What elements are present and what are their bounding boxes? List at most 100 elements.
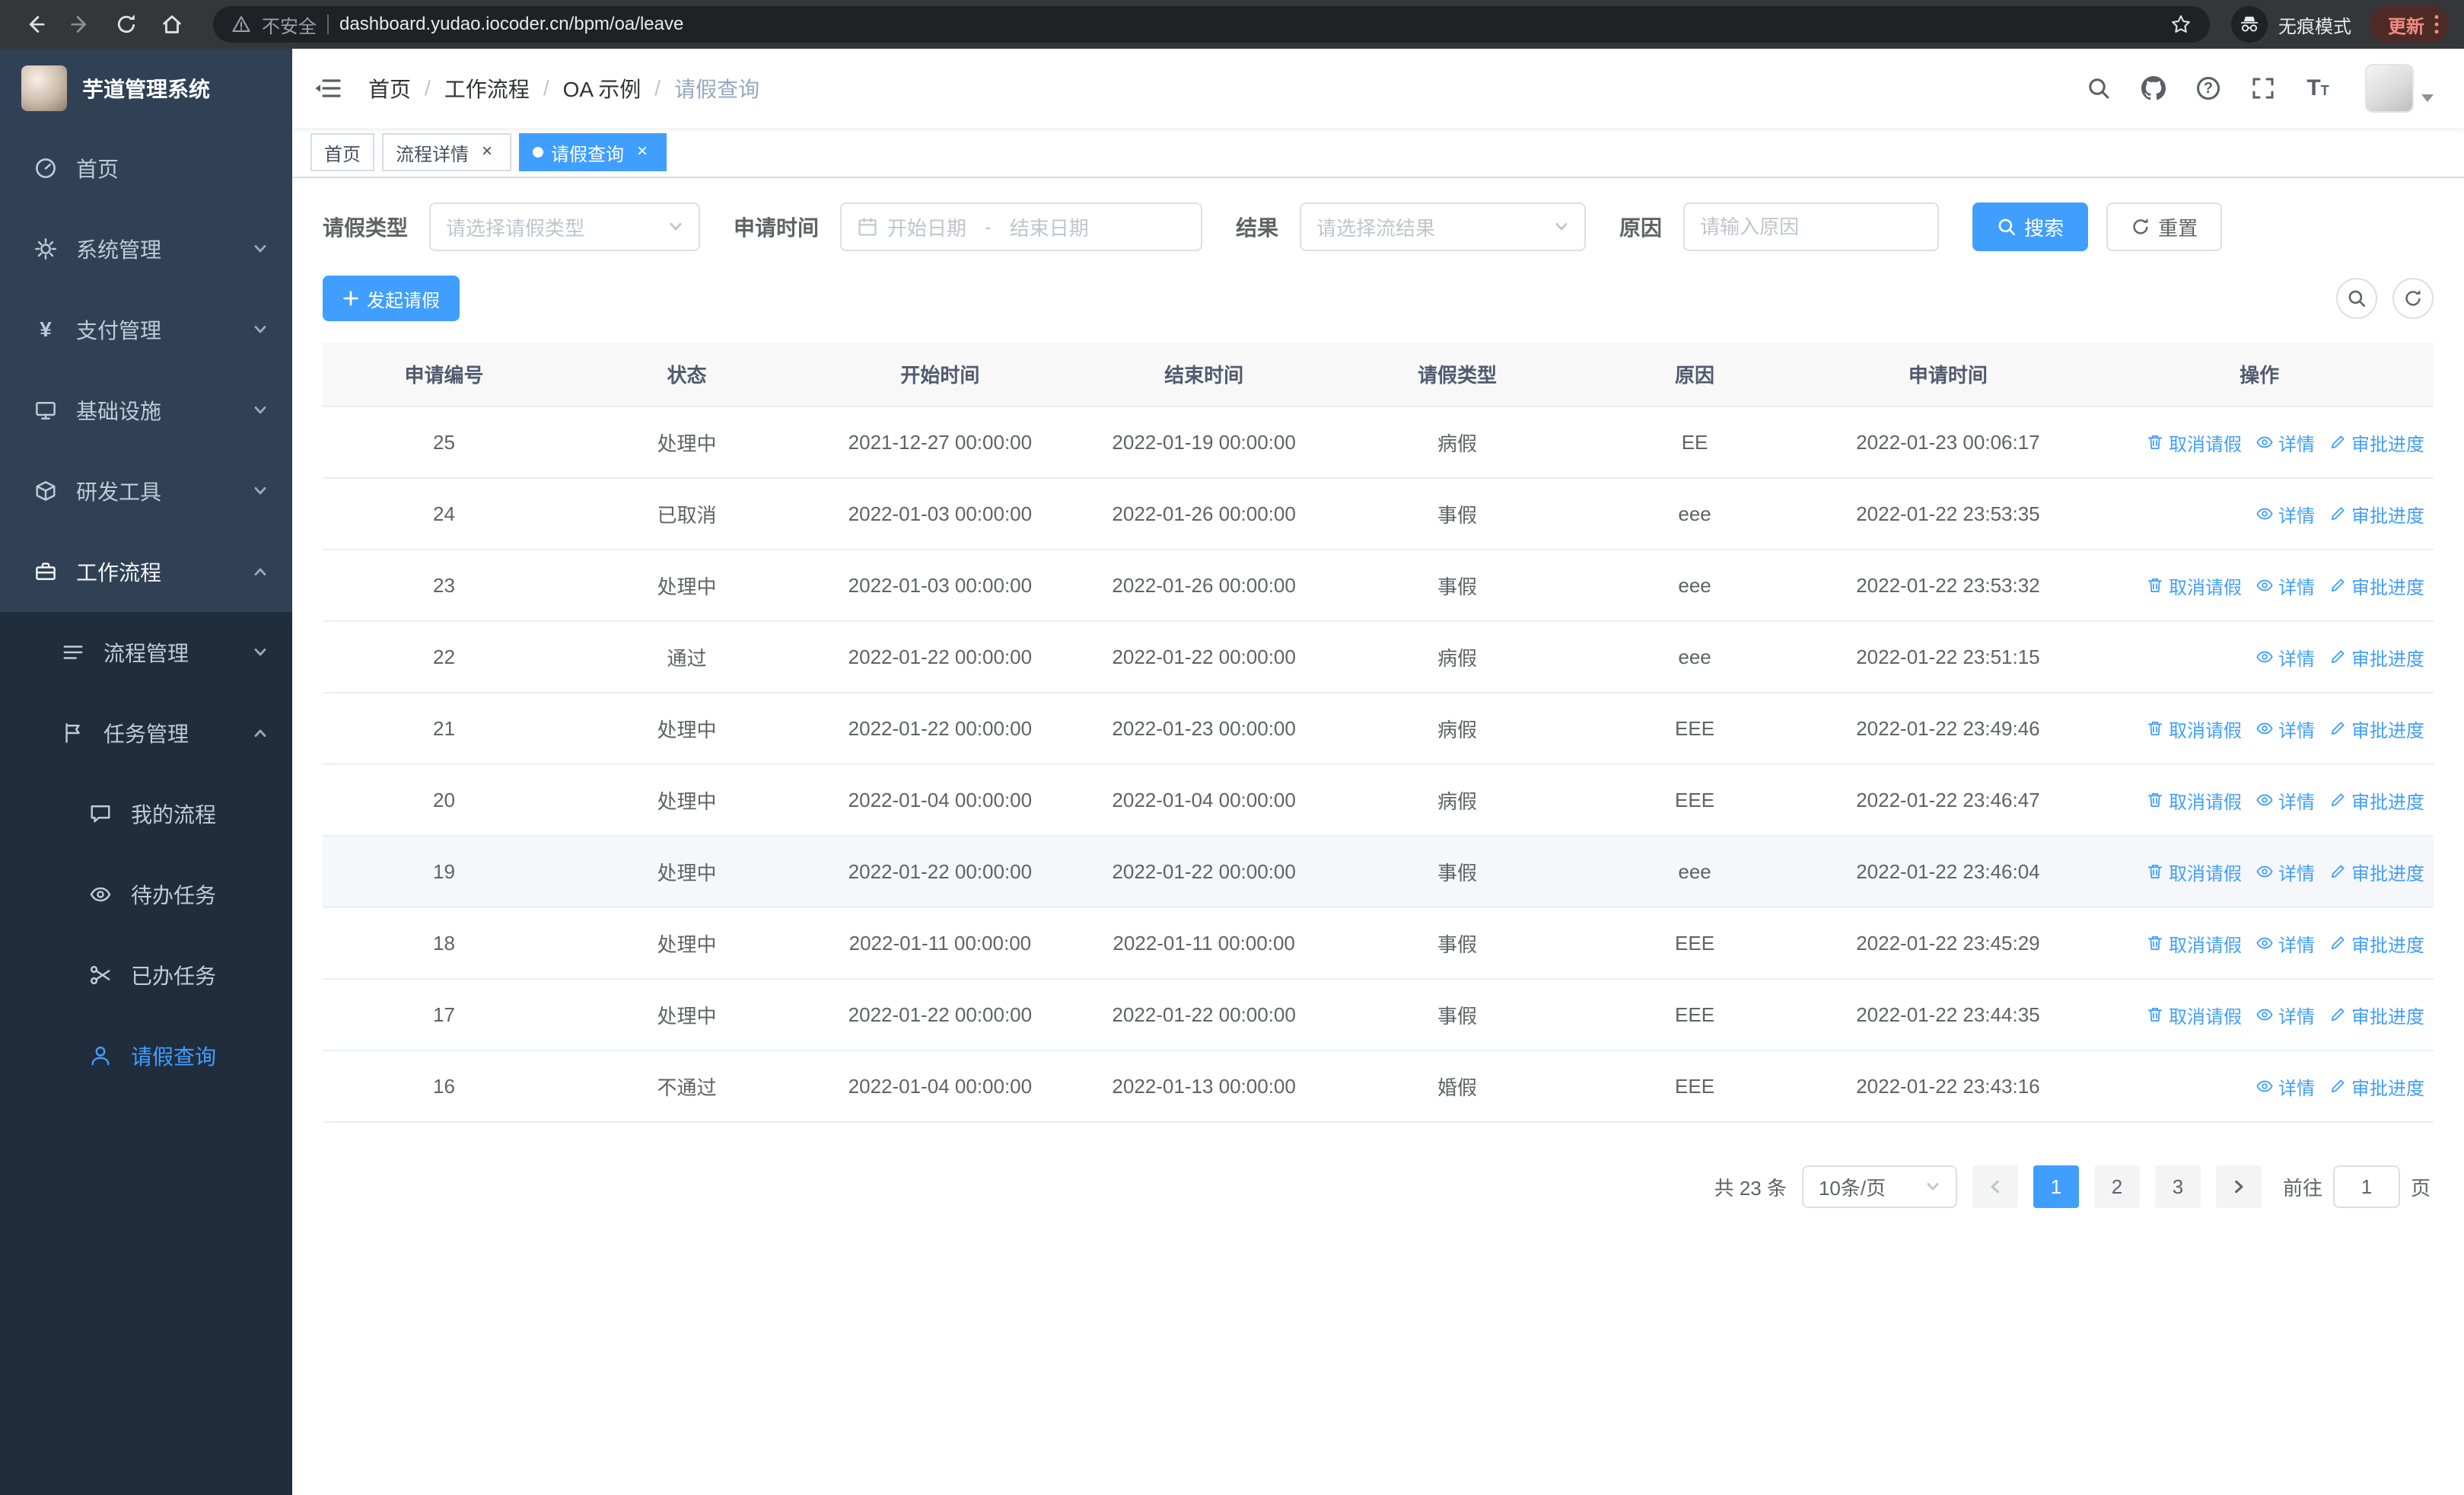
sidebar-item-done-tasks[interactable]: 已办任务 [0,935,292,1015]
breadcrumb-home[interactable]: 首页 [368,73,411,104]
page-button-2[interactable]: 2 [2093,1165,2140,1208]
cancel-leave-link[interactable]: 取消请假 [2146,859,2242,885]
cell-apply-time: 2022-01-22 23:49:46 [1810,693,2086,765]
approval-progress-link[interactable]: 审批进度 [2329,501,2424,528]
back-icon [29,16,45,33]
cell-leave-type: 事假 [1335,907,1579,980]
search-button[interactable]: 搜索 [1972,202,2089,251]
eye-icon [2255,505,2274,523]
sidebar-item-my-process[interactable]: 我的流程 [0,773,292,854]
detail-link[interactable]: 详情 [2255,787,2315,814]
back-button[interactable] [15,5,55,44]
reason-input[interactable] [1700,215,1923,239]
page-size-select[interactable]: 10条/页 [1801,1165,1957,1208]
font-size-icon[interactable]: TT [2304,75,2332,102]
cell-apply-time: 2022-01-23 00:06:17 [1810,406,2086,479]
sidebar-item-infra[interactable]: 基础设施 [0,370,292,451]
cell-end-time: 2022-01-19 00:00:00 [1071,406,1336,479]
approval-progress-link[interactable]: 审批进度 [2329,859,2424,885]
close-icon[interactable]: × [476,142,498,163]
forward-button[interactable] [61,5,100,44]
logo[interactable]: 芋道管理系统 [0,49,292,128]
incognito-label: 无痕模式 [2278,16,2351,37]
cell-status: 处理中 [565,764,808,837]
prev-page-button[interactable] [1972,1165,2018,1208]
sidebar-item-workflow[interactable]: 工作流程 [0,531,292,612]
help-icon[interactable]: ? [2195,75,2222,102]
goto-label: 前往 [2282,1176,2322,1200]
briefcase-icon [33,559,58,584]
reset-button[interactable]: 重置 [2106,202,2223,251]
hamburger-icon[interactable] [314,73,344,104]
close-icon[interactable]: × [632,142,653,163]
reload-button[interactable] [107,5,146,44]
address-bar[interactable]: 不安全 dashboard.yudao.iocoder.cn/bpm/oa/le… [213,6,2210,43]
cell-apply-time: 2022-01-22 23:44:35 [1810,979,2086,1051]
approval-progress-link[interactable]: 审批进度 [2329,429,2424,456]
range-separator: - [985,215,992,238]
detail-link[interactable]: 详情 [2255,429,2315,456]
leave-type-select[interactable]: 请选择请假类型 [429,202,701,251]
sidebar-item-process-mgmt[interactable]: 流程管理 [0,612,292,693]
approval-progress-link[interactable]: 审批进度 [2329,1073,2424,1100]
cancel-leave-link[interactable]: 取消请假 [2146,1002,2242,1028]
detail-link[interactable]: 详情 [2255,572,2315,599]
breadcrumb-workflow[interactable]: 工作流程 [444,73,530,104]
approval-progress-link[interactable]: 审批进度 [2329,930,2424,957]
sidebar-item-leave-query[interactable]: 请假查询 [0,1015,292,1096]
result-label: 结果 [1236,216,1279,240]
approval-progress-link[interactable]: 审批进度 [2329,787,2424,814]
user-menu[interactable] [2365,64,2434,113]
detail-link[interactable]: 详情 [2255,644,2315,671]
github-icon[interactable] [2140,75,2167,102]
cancel-leave-link[interactable]: 取消请假 [2146,787,2242,814]
search-icon[interactable] [2085,75,2112,102]
sidebar-item-payment[interactable]: ¥ 支付管理 [0,289,292,370]
approval-progress-link[interactable]: 审批进度 [2329,644,2424,671]
breadcrumb-separator: / [543,76,549,100]
update-button[interactable]: 更新 [2370,6,2449,43]
list-icon [61,640,85,665]
tab-home[interactable]: 首页 [310,133,374,171]
sidebar-item-devtools[interactable]: 研发工具 [0,451,292,531]
toggle-search-button[interactable] [2336,278,2377,319]
detail-link[interactable]: 详情 [2255,930,2315,957]
bookmark-star-icon[interactable] [2170,14,2192,35]
cancel-leave-link[interactable]: 取消请假 [2146,572,2242,599]
date-range-picker[interactable]: 开始日期 - 结束日期 [840,202,1203,251]
cell-reason: EEE [1578,907,1811,980]
trash-icon [2146,1006,2164,1024]
sidebar-item-todo-tasks[interactable]: 待办任务 [0,854,292,935]
cancel-leave-link[interactable]: 取消请假 [2146,930,2242,957]
detail-link[interactable]: 详情 [2255,859,2315,885]
eye-icon [2255,862,2274,881]
approval-progress-link[interactable]: 审批进度 [2329,716,2424,742]
page-button-3[interactable]: 3 [2154,1165,2201,1208]
tab-leave-query[interactable]: 请假查询 × [519,133,667,171]
breadcrumb-oa-example[interactable]: OA 示例 [563,73,641,104]
page-button-1[interactable]: 1 [2033,1165,2079,1208]
sidebar-item-home[interactable]: 首页 [0,128,292,209]
approval-progress-link[interactable]: 审批进度 [2329,572,2424,599]
fullscreen-icon[interactable] [2249,75,2277,102]
result-select[interactable]: 请选择流结果 [1300,202,1587,251]
cell-status: 处理中 [565,693,808,765]
detail-link[interactable]: 详情 [2255,1002,2315,1028]
home-button[interactable] [152,5,192,44]
detail-link[interactable]: 详情 [2255,1073,2315,1100]
goto-page-input[interactable] [2332,1165,2400,1208]
approval-progress-link[interactable]: 审批进度 [2329,1002,2424,1028]
detail-link[interactable]: 详情 [2255,716,2315,742]
cancel-leave-link[interactable]: 取消请假 [2146,429,2242,456]
sidebar-item-system[interactable]: 系统管理 [0,209,292,289]
refresh-table-button[interactable] [2392,278,2434,319]
detail-link[interactable]: 详情 [2255,501,2315,528]
header-leave-type: 请假类型 [1335,343,1579,407]
sidebar-item-task-mgmt[interactable]: 任务管理 [0,693,292,773]
next-page-button[interactable] [2215,1165,2262,1208]
cancel-leave-link[interactable]: 取消请假 [2146,716,2242,742]
create-leave-button[interactable]: 发起请假 [323,276,460,321]
table-body: 25 处理中 2021-12-27 00:00:00 2022-01-19 00:00… [323,406,2434,1123]
avatar[interactable] [2365,64,2414,113]
tab-process-detail[interactable]: 流程详情 × [382,133,511,171]
